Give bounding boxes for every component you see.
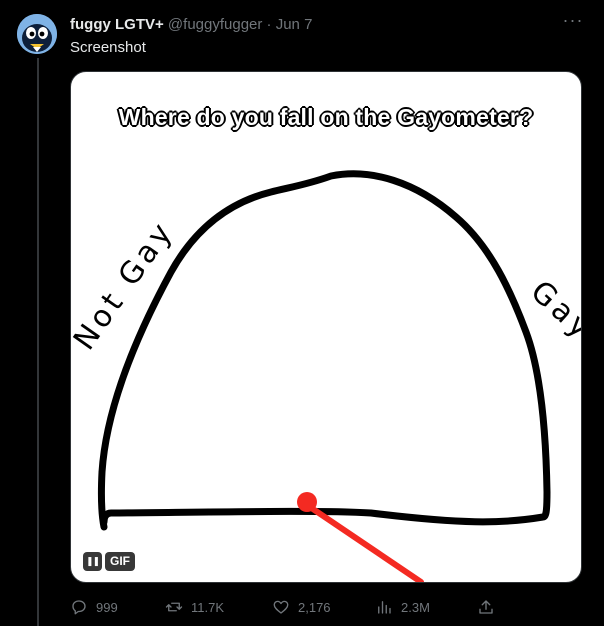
- reply-icon: [72, 600, 86, 615]
- share-icon: [479, 600, 493, 614]
- heart-icon: [273, 600, 289, 614]
- tweet-header: fuggy LGTV+ @fuggyfugger · Jun 7: [70, 16, 312, 34]
- avatar[interactable]: [17, 14, 57, 54]
- meter-needle-pivot: [297, 492, 317, 512]
- tweet-media-gif[interactable]: Not Gay Gay Where do you fall on the Gay…: [70, 71, 582, 583]
- gif-badge: GIF: [105, 552, 135, 571]
- more-options-button[interactable]: ···: [560, 10, 586, 36]
- display-name[interactable]: fuggy LGTV+: [70, 16, 164, 33]
- gif-controls: ❚❚ GIF: [83, 552, 135, 571]
- view-count: 2.3M: [401, 599, 430, 615]
- retweet-button[interactable]: 11.7K: [165, 596, 224, 618]
- tweet-actions: 999 11.7K 2,176 2.3M: [70, 596, 500, 618]
- like-button[interactable]: 2,176: [272, 596, 331, 618]
- tweet-text: Screenshot: [70, 39, 146, 56]
- meme-title: Where do you fall on the Gayometer?: [118, 104, 534, 130]
- retweet-count: 11.7K: [191, 599, 225, 615]
- views-button[interactable]: 2.3M: [375, 596, 430, 618]
- thread-line: [37, 58, 39, 626]
- user-handle[interactable]: @fuggyfugger: [168, 16, 262, 33]
- tweet-date[interactable]: Jun 7: [276, 16, 313, 33]
- pause-button[interactable]: ❚❚: [83, 552, 102, 571]
- label-gay: Gay: [524, 274, 582, 348]
- views-chart-icon: [378, 601, 391, 614]
- gayometer-drawing: Not Gay Gay: [71, 170, 582, 582]
- separator-dot: ·: [266, 16, 272, 33]
- share-button[interactable]: [477, 596, 495, 618]
- reply-count: 999: [96, 599, 118, 615]
- reply-button[interactable]: 999: [70, 596, 118, 618]
- retweet-icon: [165, 602, 183, 612]
- like-count: 2,176: [298, 599, 331, 615]
- avatar-image: [17, 14, 57, 54]
